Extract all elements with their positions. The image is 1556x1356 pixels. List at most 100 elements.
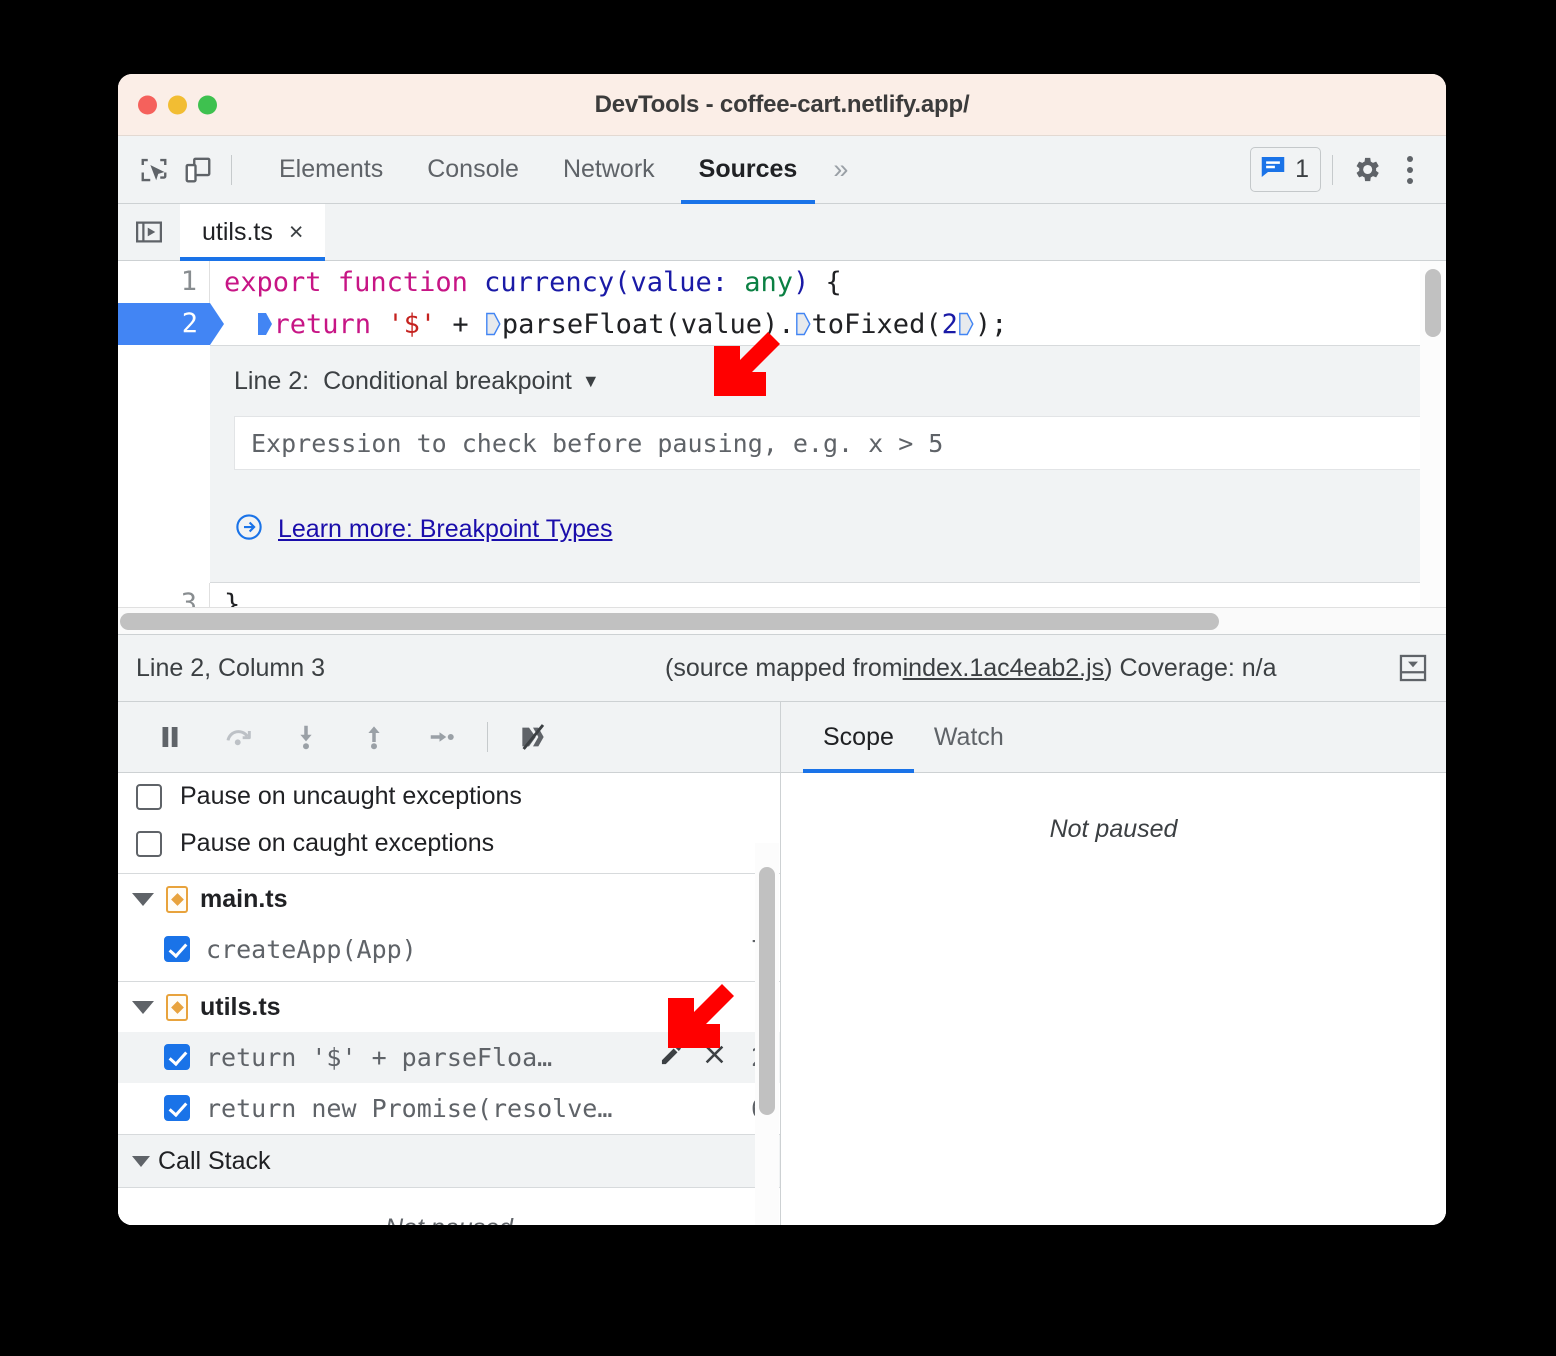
edit-pencil-icon[interactable] xyxy=(658,1041,685,1074)
breakpoint-row-promise[interactable]: return new Promise(resolve… 6 xyxy=(118,1083,780,1134)
breakpoints-vertical-scrollbar[interactable] xyxy=(755,843,779,1225)
panel-tabs: Elements Console Network Sources » xyxy=(257,136,862,204)
show-navigator-icon[interactable] xyxy=(118,204,180,260)
step-into-icon[interactable] xyxy=(272,709,340,765)
learn-more-breakpoint-types-link[interactable]: Learn more: Breakpoint Types xyxy=(278,515,612,544)
source-map-info: (source mapped from index.1ac4eab2.js) C… xyxy=(665,654,1276,683)
toolbar-divider-2 xyxy=(1332,154,1333,185)
pause-icon[interactable] xyxy=(136,709,204,765)
close-icon[interactable]: × xyxy=(289,219,304,245)
breakpoint-group-utils-ts[interactable]: utils.ts xyxy=(118,982,780,1032)
inspect-element-icon[interactable] xyxy=(132,148,176,192)
pause-on-caught-exceptions-checkbox[interactable] xyxy=(136,830,162,857)
breakpoint-condition-input[interactable] xyxy=(249,427,1407,459)
remove-x-icon[interactable] xyxy=(701,1041,728,1074)
inline-breakpoint-chevron-3[interactable] xyxy=(958,311,974,337)
tab-console[interactable]: Console xyxy=(405,136,541,203)
token-parsefloat: parseFloat xyxy=(501,308,665,340)
code-line-2: 2 return '$' + parseFloat(value). toFixed… xyxy=(118,303,1446,345)
pause-on-caught-exceptions-row[interactable]: Pause on caught exceptions xyxy=(118,820,780,867)
token-tofixed: toFixed xyxy=(811,308,926,340)
issues-message-icon xyxy=(1258,152,1288,187)
token-currency: currency xyxy=(484,266,615,298)
toolbar-divider xyxy=(231,154,232,185)
gear-icon[interactable] xyxy=(1344,148,1388,192)
kebab-menu-icon[interactable] xyxy=(1388,148,1432,192)
pause-on-uncaught-exceptions-checkbox[interactable] xyxy=(136,783,162,810)
minimize-window-button[interactable] xyxy=(168,95,187,114)
call-stack-section-header[interactable]: Call Stack xyxy=(118,1134,780,1188)
tab-network[interactable]: Network xyxy=(541,136,677,203)
token-close-brace: } xyxy=(224,588,241,608)
code-editor[interactable]: 1 export function currency(value: any) {… xyxy=(118,261,1446,607)
breakpoint-row-actions xyxy=(658,1041,728,1074)
source-map-file-link[interactable]: index.1ac4eab2.js xyxy=(903,654,1105,683)
breakpoint-type-dropdown[interactable]: Conditional breakpoint ▼ xyxy=(323,367,600,396)
breakpoint-row-createapp[interactable]: createApp(App) 7 xyxy=(118,924,780,975)
conditional-breakpoint-header: Line 2: Conditional breakpoint ▼ xyxy=(234,360,1422,402)
show-drawer-icon[interactable] xyxy=(1396,651,1430,685)
editor-horizontal-scrollbar-thumb[interactable] xyxy=(120,612,1219,630)
breakpoint-enabled-checkbox-2[interactable] xyxy=(164,1044,190,1070)
file-tab-label: utils.ts xyxy=(202,217,273,246)
breakpoint-row-currency[interactable]: return '$' + parseFloa… xyxy=(118,1032,780,1083)
code-line-1: 1 export function currency(value: any) { xyxy=(118,261,1446,303)
tab-scope[interactable]: Scope xyxy=(803,702,914,773)
pause-on-uncaught-exceptions-row[interactable]: Pause on uncaught exceptions xyxy=(118,773,780,820)
code-line-3-text: } xyxy=(210,589,240,608)
line-number-3[interactable]: 3 xyxy=(118,583,210,607)
token-colon: : xyxy=(711,266,745,298)
source-file-icon xyxy=(166,885,188,913)
breakpoint-enabled-checkbox[interactable] xyxy=(164,936,190,962)
token-dot: . xyxy=(778,308,795,340)
sources-tab-strip: utils.ts × xyxy=(118,204,1446,261)
editor-horizontal-scrollbar[interactable] xyxy=(118,607,1446,634)
breakpoint-group-main-ts[interactable]: main.ts xyxy=(118,874,780,924)
chevron-down-icon-2[interactable] xyxy=(132,1000,154,1014)
inline-breakpoint-chevron-1[interactable] xyxy=(485,311,501,337)
editor-status-bar: Line 2, Column 3 (source mapped from ind… xyxy=(118,634,1446,702)
tab-sources[interactable]: Sources xyxy=(677,136,820,204)
conditional-breakpoint-editor: Line 2: Conditional breakpoint ▼ Express… xyxy=(210,345,1446,583)
token-export: export xyxy=(224,266,322,298)
chevron-double-right-icon[interactable]: » xyxy=(819,154,862,185)
editor-vertical-scrollbar[interactable] xyxy=(1420,261,1446,607)
pause-on-caught-exceptions-label: Pause on caught exceptions xyxy=(180,829,495,857)
deactivate-breakpoints-icon[interactable] xyxy=(499,709,567,765)
device-toolbar-icon[interactable] xyxy=(176,148,220,192)
chevron-down-icon-3[interactable] xyxy=(132,1155,150,1167)
debugger-left-pane: Pause on uncaught exceptions Pause on ca… xyxy=(118,702,781,1225)
token-open-paren-2: ( xyxy=(664,308,681,340)
breakpoint-condition-field[interactable] xyxy=(234,416,1422,470)
line-number-1[interactable]: 1 xyxy=(118,261,210,303)
token-any: any xyxy=(744,266,794,298)
inline-breakpoint-chevron-active[interactable] xyxy=(257,311,273,337)
screenshot-root: DevTools - coffee-cart.netlify.app/ Elem… xyxy=(0,0,1556,1356)
scope-watch-tabs: Scope Watch xyxy=(781,702,1446,773)
devtools-main-toolbar: Elements Console Network Sources » 1 xyxy=(118,136,1446,204)
close-window-button[interactable] xyxy=(138,95,157,114)
debugger-controls-toolbar xyxy=(118,702,780,773)
tab-elements[interactable]: Elements xyxy=(257,136,405,203)
maximize-window-button[interactable] xyxy=(198,95,217,114)
breakpoint-enabled-checkbox-3[interactable] xyxy=(164,1095,190,1121)
step-over-icon[interactable] xyxy=(204,709,272,765)
tab-watch[interactable]: Watch xyxy=(914,702,1024,772)
editor-vertical-scrollbar-thumb[interactable] xyxy=(1425,269,1441,337)
token-close-paren: ) xyxy=(793,266,810,298)
token-param-value: value xyxy=(630,266,712,298)
file-tab-utils-ts[interactable]: utils.ts × xyxy=(180,204,326,261)
issues-button[interactable]: 1 xyxy=(1250,147,1321,192)
token-dollar-string: '$' xyxy=(387,308,437,340)
step-out-icon[interactable] xyxy=(340,709,408,765)
token-tail: ); xyxy=(974,308,1008,340)
chevron-down-icon[interactable] xyxy=(132,892,154,906)
breakpoint-group-label: main.ts xyxy=(200,884,288,913)
breakpoints-vertical-scrollbar-thumb[interactable] xyxy=(759,867,775,1115)
step-icon[interactable] xyxy=(408,709,476,765)
breakpoint-marker-line-2[interactable]: 2 xyxy=(118,303,210,345)
inline-breakpoint-chevron-2[interactable] xyxy=(795,311,811,337)
learn-more-link-row[interactable]: Learn more: Breakpoint Types xyxy=(234,512,1422,547)
scope-watch-pane: Scope Watch Not paused xyxy=(781,702,1446,1225)
breakpoint-snippet-2: return '$' + parseFloa… xyxy=(206,1042,553,1072)
